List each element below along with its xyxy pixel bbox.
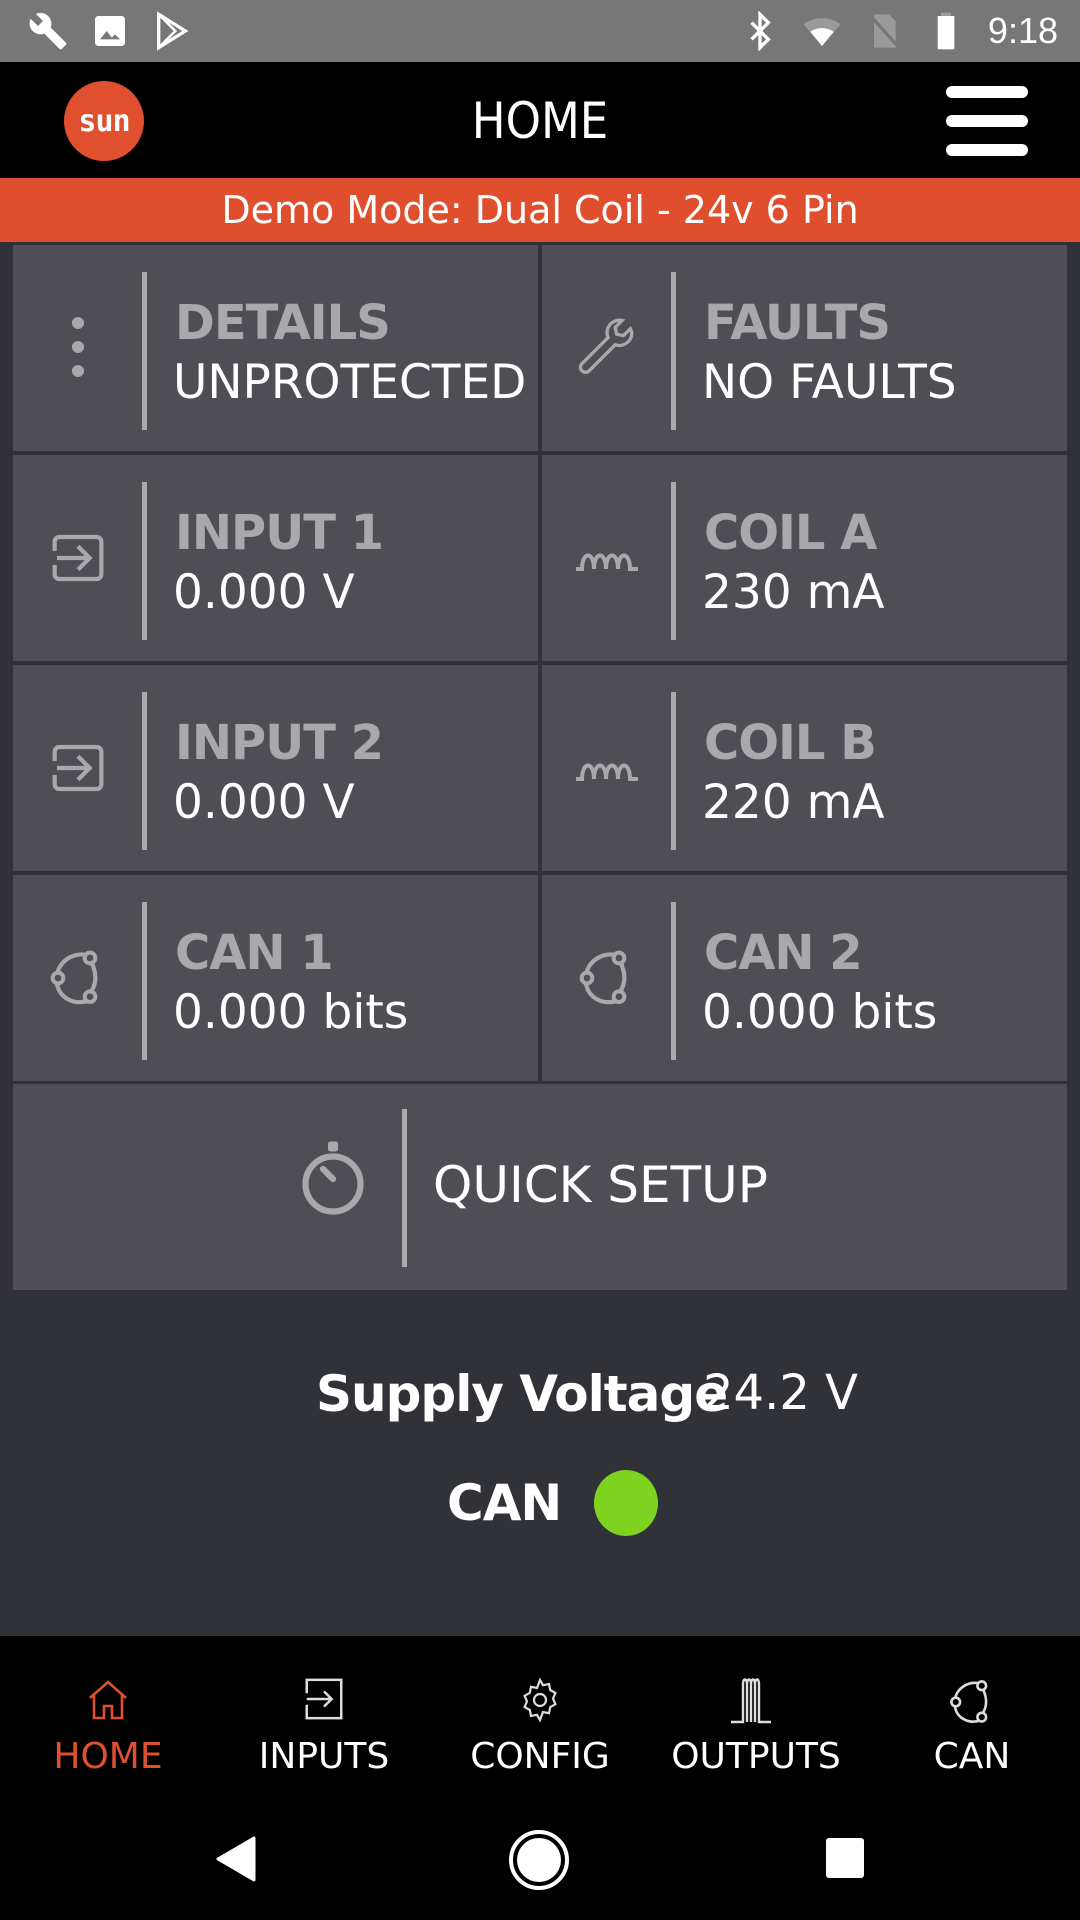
- nav-inputs[interactable]: INPUTS: [216, 1636, 432, 1800]
- tile-value: 0.000 V: [173, 565, 355, 620]
- nav-config[interactable]: CONFIG: [432, 1636, 648, 1800]
- battery-icon: [937, 12, 955, 50]
- nav-label: INPUTS: [258, 1736, 390, 1777]
- app-bar: sun HOME: [0, 62, 1080, 178]
- quick-setup-button[interactable]: QUICK SETUP: [13, 1084, 1067, 1290]
- coil-icon: [576, 553, 638, 571]
- hamburger-menu-icon[interactable]: [946, 86, 1028, 156]
- demo-mode-banner: Demo Mode: Dual Coil - 24v 6 Pin: [0, 178, 1080, 242]
- play-store-icon: [157, 11, 189, 51]
- wrench-icon: [578, 318, 634, 374]
- divider: [402, 1109, 407, 1267]
- nav-outputs[interactable]: OUTPUTS: [648, 1636, 864, 1800]
- back-icon[interactable]: [216, 1836, 256, 1882]
- supply-voltage-row: Supply Voltage 24.2 V: [0, 1365, 1080, 1425]
- supply-voltage-value: 24.2 V: [703, 1365, 858, 1421]
- wrench-icon: [29, 12, 67, 50]
- image-icon: [95, 16, 125, 46]
- bluetooth-icon: [750, 11, 771, 51]
- can-network-icon: [50, 950, 98, 1005]
- tile-value: 220 mA: [702, 775, 885, 830]
- tile-value: 0.000 V: [173, 775, 355, 830]
- nav-label: CONFIG: [470, 1736, 610, 1777]
- tile-value: 230 mA: [702, 565, 885, 620]
- system-navigation-bar: [0, 1800, 1080, 1920]
- tile-label: DETAILS: [175, 295, 391, 351]
- can-status-row: CAN: [0, 1470, 1080, 1536]
- can-status-indicator: [594, 1470, 658, 1536]
- quick-setup-label: QUICK SETUP: [433, 1156, 768, 1214]
- more-vertical-icon: [72, 317, 84, 377]
- tile-label: COIL A: [704, 505, 877, 561]
- divider: [671, 482, 676, 640]
- can-status-label: CAN: [447, 1474, 562, 1532]
- home-icon: [89, 1680, 127, 1720]
- input-icon: [50, 744, 104, 792]
- bottom-navigation: HOME INPUTS CONFIG OUTPUTS CAN: [0, 1636, 1080, 1800]
- tile-label: COIL B: [704, 715, 877, 771]
- divider: [142, 272, 147, 430]
- home-button-icon[interactable]: [508, 1829, 570, 1891]
- divider: [671, 272, 676, 430]
- gear-icon: [523, 1677, 557, 1723]
- nav-home[interactable]: HOME: [0, 1636, 216, 1800]
- can-2-tile[interactable]: CAN 2 0.000 bits: [542, 875, 1067, 1081]
- can-network-icon: [950, 1680, 988, 1723]
- coil-a-tile[interactable]: COIL A 230 mA: [542, 455, 1067, 661]
- can-1-tile[interactable]: CAN 1 0.000 bits: [13, 875, 538, 1081]
- clock: 9:18: [987, 10, 1058, 51]
- can-network-icon: [579, 950, 627, 1005]
- tile-label: INPUT 2: [175, 715, 384, 771]
- input-2-tile[interactable]: INPUT 2 0.000 V: [13, 665, 538, 871]
- input-icon: [302, 1678, 343, 1720]
- status-bar: 9:18: [0, 0, 1080, 62]
- tile-value: UNPROTECTED: [173, 355, 527, 410]
- outputs-icon: [731, 1678, 771, 1724]
- tile-label: INPUT 1: [175, 505, 384, 561]
- coil-icon: [576, 763, 638, 781]
- divider: [142, 482, 147, 640]
- no-sim-icon: [869, 14, 901, 49]
- nav-can[interactable]: CAN: [864, 1636, 1080, 1800]
- divider: [142, 902, 147, 1060]
- stopwatch-icon: [302, 1141, 364, 1215]
- tile-value: NO FAULTS: [702, 355, 957, 410]
- supply-voltage-label: Supply Voltage: [316, 1365, 728, 1423]
- tile-value: 0.000 bits: [702, 985, 938, 1040]
- nav-label: HOME: [53, 1736, 163, 1777]
- details-tile[interactable]: DETAILS UNPROTECTED: [13, 245, 538, 451]
- tile-value: 0.000 bits: [173, 985, 409, 1040]
- tile-label: FAULTS: [704, 295, 891, 351]
- divider: [142, 692, 147, 850]
- input-icon: [50, 534, 104, 582]
- recent-apps-icon[interactable]: [826, 1838, 864, 1878]
- nav-label: OUTPUTS: [671, 1736, 841, 1777]
- divider: [671, 692, 676, 850]
- divider: [671, 902, 676, 1060]
- wifi-icon: [803, 18, 841, 46]
- tile-label: CAN 1: [175, 925, 334, 981]
- faults-tile[interactable]: FAULTS NO FAULTS: [542, 245, 1067, 451]
- input-1-tile[interactable]: INPUT 1 0.000 V: [13, 455, 538, 661]
- page-title: HOME: [471, 92, 609, 150]
- tile-label: CAN 2: [704, 925, 863, 981]
- coil-b-tile[interactable]: COIL B 220 mA: [542, 665, 1067, 871]
- nav-label: CAN: [933, 1736, 1011, 1777]
